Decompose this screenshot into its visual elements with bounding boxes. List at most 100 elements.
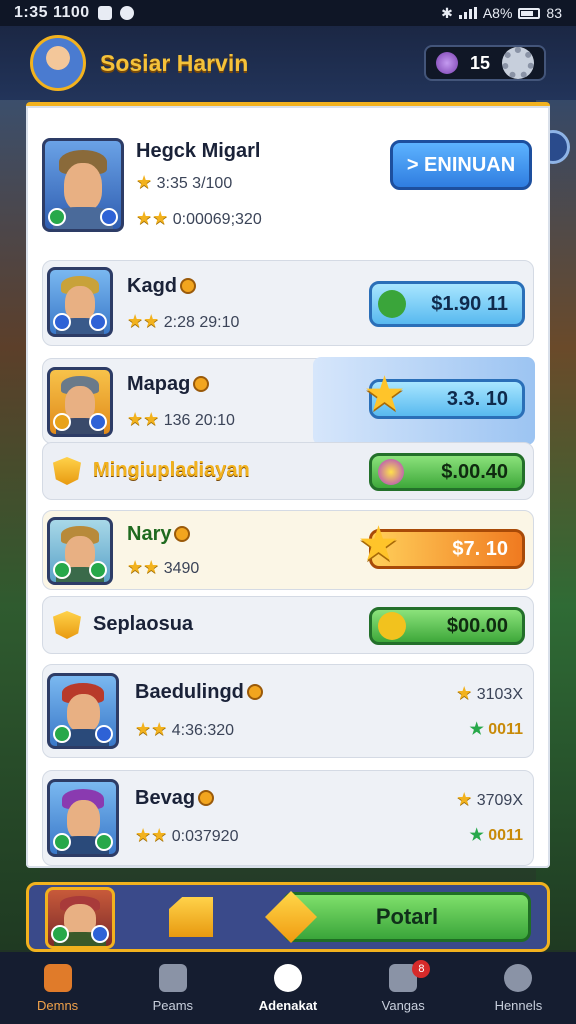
status-bar: 1:35 1100 ✱ A8% 83 [0,0,576,26]
top-player-card[interactable]: Hegck Migarl ★ 3:35 3/100 ★★ 0:00069;320… [26,106,550,246]
top-player-line2: ★★ 0:00069;320 [136,208,262,228]
currency-display[interactable]: 15 [423,45,546,81]
blue-badge-icon [95,725,113,743]
blue-badge-icon [53,313,71,331]
coin-icon [193,376,210,392]
currency-value: 15 [469,52,490,73]
top-player-portrait [42,138,124,232]
list-item[interactable]: Bevag ★★ 0:037920 ★ 3709X ★ 0011 [42,770,534,866]
player-portrait [47,673,119,749]
shield-icon [53,457,81,485]
rank-bottom: ★ 0011 [469,721,523,738]
green-badge-icon [53,725,71,743]
bottom-nav: Demns Peams Adenakat 8 Vangas Hennels [0,952,576,1024]
rank-top: ★ 3709X [456,789,523,809]
star-icon: ★★ [135,719,168,739]
star-icon: ★★ [135,825,168,845]
blue-badge-icon [100,208,118,226]
list-item[interactable]: Nary ★★ 3490 $7. 10 ★ [42,510,534,590]
player-name: Baedulingd [135,681,263,704]
coin-icon [198,790,215,806]
box-icon [158,963,187,992]
player-avatar[interactable] [30,35,86,91]
nav-item-hennels[interactable]: Hennels [461,952,576,1024]
rank-top: ★ 3103X [456,683,523,703]
profile-icon [504,963,533,992]
nav-item-peams[interactable]: Peams [115,952,230,1024]
notification-badge: 8 [412,960,431,978]
player-name: Kagd [127,275,196,298]
nav-label: Adenakat [258,997,318,1013]
blue-badge-icon [91,925,109,943]
gold-badge-icon [53,413,71,431]
coin-icon [180,278,196,294]
section-label: Seplaosua [93,613,194,635]
top-player-line1: ★ 3:35 3/100 [136,172,233,192]
price-button[interactable]: $.00.40 [369,453,525,491]
star-icon: ★★ [127,311,160,331]
player-stats: ★★ 4:36:320 [135,719,235,739]
player-portrait [47,517,113,585]
list-item[interactable]: Mapag ★★ 136 20:10 3.3. 10 ★ [42,357,535,445]
nav-label: Demns [37,997,79,1013]
player-stats: ★★ 3490 [127,557,200,577]
green-badge-icon [95,833,113,851]
price-button[interactable]: $1.90 11 [369,281,525,327]
orb-icon [378,459,404,485]
battery-percent: A8% [482,5,513,21]
nav-label: Hennels [494,997,543,1013]
shield-icon [53,611,81,639]
star-icon: ★★ [127,409,160,429]
bottom-cta-bar: Potarl [26,882,550,952]
status-extra: 83 [546,5,562,21]
rank-bottom: ★ 0011 [469,827,523,844]
chest-icon [43,963,72,992]
nav-item-demns[interactable]: Demns [0,952,115,1024]
blue-badge-icon [89,413,107,431]
nav-item-adenakat[interactable]: Adenakat [230,952,345,1024]
leaderboard-panel: Hegck Migarl ★ 3:35 3/100 ★★ 0:00069;320… [26,102,550,868]
bluetooth-icon: ✱ [441,4,453,21]
up-arrow-icon: ★ [469,827,484,844]
coin-icon [174,526,191,542]
page-title: Sosiar Harvin [100,49,249,76]
status-time: 1:35 1100 [14,4,90,21]
coin-icon [246,684,263,700]
star-icon: ★ [456,789,473,809]
app-header: Sosiar Harvin 15 [0,26,576,100]
star-icon: ★ [363,368,407,421]
signal-icon [458,7,477,19]
section-row[interactable]: Mingiupladiayan $.00.40 [42,442,534,500]
blue-badge-icon [89,313,107,331]
top-player-name: Hegck Migarl [136,140,261,162]
star-icon: ★ [136,172,153,192]
gold-icon [378,612,406,640]
green-badge-icon [89,561,107,579]
cta-button[interactable]: Potarl [283,892,531,942]
list-item[interactable]: Baedulingd ★★ 4:36:320 ★ 3103X ★ 0011 [42,664,534,758]
price-button[interactable]: $00.00 [369,607,525,645]
green-badge-icon [53,833,71,851]
star-icon: ★ [456,683,473,703]
search-icon [274,963,302,992]
gear-icon[interactable] [502,47,534,79]
green-badge-icon [53,561,71,579]
player-stats: ★★ 136 20:10 [127,409,235,429]
player-portrait [45,887,115,949]
star-icon: ★ [357,518,401,571]
player-stats: ★★ 2:28 29:10 [127,311,240,331]
list-item[interactable]: Kagd ★★ 2:28 29:10 $1.90 11 [42,260,534,346]
star-icon: ★★ [136,208,169,228]
player-portrait [47,267,113,337]
player-stats: ★★ 0:037920 [135,825,239,845]
player-portrait [47,779,119,857]
chat-icon [119,6,134,20]
notification-icon [97,6,112,20]
nav-item-vangas[interactable]: 8 Vangas [346,952,461,1024]
green-badge-icon [48,208,66,226]
player-portrait [47,367,113,437]
section-row[interactable]: Seplaosua $00.00 [42,596,534,654]
gem-icon [378,290,406,318]
section-label: Mingiupladiayan [93,459,250,481]
top-player-button[interactable]: > ENINUAN [390,140,532,190]
